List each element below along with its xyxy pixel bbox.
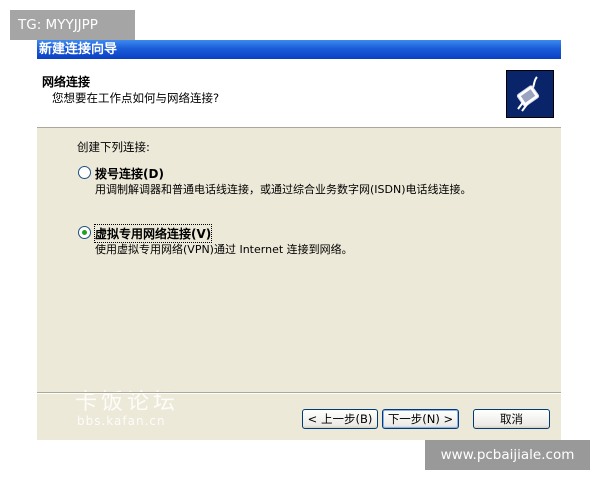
header-subtitle: 您想要在工作点如何与网络连接? (52, 91, 220, 105)
watermark-text: 卡饭论坛 (75, 390, 180, 415)
wizard-body: 创建下列连接: 拨号连接(D) 用调制解调器和普通电话线连接，或通过综合业务数字… (37, 128, 561, 392)
section-label: 创建下列连接: (77, 140, 150, 154)
header-title: 网络连接 (42, 75, 91, 89)
vpn-label[interactable]: 虚拟专用网络连接(V) (93, 224, 213, 243)
new-connection-wizard-window: 新建连接向导 网络连接 您想要在工作点如何与网络连接? 创建下列连接: 拨号连接… (37, 40, 561, 440)
vpn-radio[interactable] (78, 226, 91, 239)
bottom-overlay-tag: www.pcbaijiale.com (425, 440, 590, 470)
button-separator (37, 392, 561, 394)
window-title: 新建连接向导 (37, 40, 561, 59)
cancel-button[interactable]: 取消 (473, 409, 550, 429)
next-button[interactable]: 下一步(N) > (382, 409, 459, 429)
dialup-description: 用调制解调器和普通电话线连接，或通过综合业务数字网(ISDN)电话线连接。 (95, 183, 472, 196)
network-plug-icon (506, 70, 554, 118)
wizard-header: 网络连接 您想要在工作点如何与网络连接? (37, 59, 561, 128)
watermark-url: bbs.kafan.cn (77, 414, 166, 428)
top-overlay-tag: TG: MYYJJPP (10, 10, 135, 40)
dialup-radio[interactable] (78, 166, 91, 179)
vpn-description: 使用虚拟专用网络(VPN)通过 Internet 连接到网络。 (95, 243, 353, 256)
back-button[interactable]: < 上一步(B) (302, 409, 378, 429)
dialup-label[interactable]: 拨号连接(D) (95, 165, 164, 182)
